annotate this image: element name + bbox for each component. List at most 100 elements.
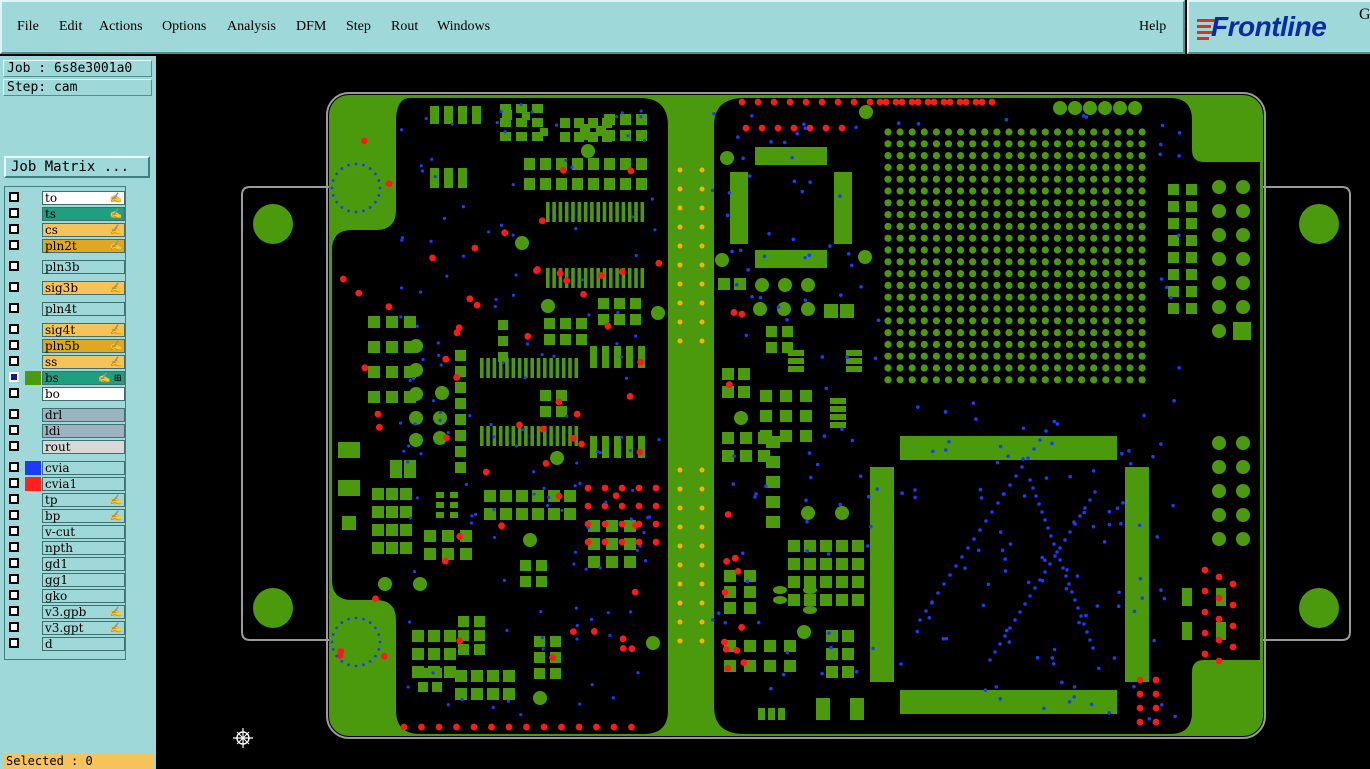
layer-name[interactable]: tp ✍ <box>42 493 125 507</box>
layer-name[interactable]: cs ✍ <box>42 223 125 237</box>
layer-checkbox[interactable] <box>9 324 19 334</box>
layer-color-swatch[interactable] <box>25 223 41 237</box>
layer-row-bp[interactable]: bp ✍ <box>7 509 125 523</box>
layer-checkbox[interactable] <box>9 303 19 313</box>
layer-name[interactable]: gg1 <box>42 573 125 587</box>
layer-row-ldi[interactable]: ldi <box>7 424 125 438</box>
layer-checkbox[interactable] <box>9 606 19 616</box>
layer-row-cs[interactable]: cs ✍ <box>7 223 125 237</box>
job-matrix-button[interactable]: Job Matrix ... <box>4 156 150 178</box>
layer-color-swatch[interactable] <box>25 440 41 454</box>
layer-row-pln5b[interactable]: pln5b ✍ <box>7 339 125 353</box>
layer-name[interactable]: gd1 <box>42 557 125 571</box>
menu-dfm[interactable]: DFM <box>296 19 326 35</box>
layer-row-sig3b[interactable]: sig3b ✍ <box>7 281 125 295</box>
layer-name[interactable]: npth <box>42 541 125 555</box>
layer-name[interactable]: drl <box>42 408 125 422</box>
layer-color-swatch[interactable] <box>25 589 41 603</box>
layer-color-swatch[interactable] <box>25 387 41 401</box>
layer-checkbox[interactable] <box>9 638 19 648</box>
layer-checkbox[interactable] <box>9 224 19 234</box>
layer-color-swatch[interactable] <box>25 605 41 619</box>
layer-name[interactable]: v-cut <box>42 525 125 539</box>
menu-rout[interactable]: Rout <box>391 19 418 35</box>
layer-row-ss[interactable]: ss ✍ <box>7 355 125 369</box>
layer-color-swatch[interactable] <box>25 424 41 438</box>
layer-checkbox[interactable] <box>9 372 19 382</box>
layer-checkbox[interactable] <box>9 425 19 435</box>
layer-color-swatch[interactable] <box>25 355 41 369</box>
layer-row-gko[interactable]: gko <box>7 589 125 603</box>
layer-checkbox[interactable] <box>9 494 19 504</box>
layer-checkbox[interactable] <box>9 478 19 488</box>
layer-row-pln2t[interactable]: pln2t ✍ <box>7 239 125 253</box>
layer-checkbox[interactable] <box>9 590 19 600</box>
menu-edit[interactable]: Edit <box>59 19 82 35</box>
layer-color-swatch[interactable] <box>25 541 41 555</box>
layer-color-swatch[interactable] <box>25 509 41 523</box>
layer-name[interactable]: pln4t <box>42 302 125 316</box>
layer-name[interactable]: ldi <box>42 424 125 438</box>
layer-row-cvia[interactable]: cvia <box>7 461 125 475</box>
layer-name[interactable]: sig4t ✍ <box>42 323 125 337</box>
layer-checkbox[interactable] <box>9 340 19 350</box>
layer-checkbox[interactable] <box>9 409 19 419</box>
layer-name[interactable]: bs ✍ ⊞ <box>42 371 125 385</box>
layer-color-swatch[interactable] <box>25 302 41 316</box>
layer-checkbox[interactable] <box>9 388 19 398</box>
layer-row-rout[interactable]: rout <box>7 440 125 454</box>
layer-checkbox[interactable] <box>9 542 19 552</box>
layer-checkbox[interactable] <box>9 441 19 451</box>
layer-name[interactable]: ts ✍ <box>42 207 125 221</box>
layer-color-swatch[interactable] <box>25 260 41 274</box>
layer-name[interactable]: to ✍ <box>42 191 125 205</box>
layer-name[interactable]: v3.gpt ✍ <box>42 621 125 635</box>
layer-row-bs[interactable]: bs ✍ ⊞ <box>7 371 125 385</box>
layer-checkbox[interactable] <box>9 574 19 584</box>
layer-checkbox[interactable] <box>9 356 19 366</box>
layer-color-swatch[interactable] <box>25 573 41 587</box>
layer-color-swatch[interactable] <box>25 323 41 337</box>
layer-checkbox[interactable] <box>9 622 19 632</box>
layer-color-swatch[interactable] <box>25 621 41 635</box>
layer-name[interactable]: pln3b <box>42 260 125 274</box>
layer-color-swatch[interactable] <box>25 525 41 539</box>
layer-row-v-cut[interactable]: v-cut <box>7 525 125 539</box>
layer-checkbox[interactable] <box>9 208 19 218</box>
layer-checkbox[interactable] <box>9 282 19 292</box>
layer-checkbox[interactable] <box>9 192 19 202</box>
layer-row-npth[interactable]: npth <box>7 541 125 555</box>
layer-name[interactable]: sig3b ✍ <box>42 281 125 295</box>
layer-color-swatch[interactable] <box>25 207 41 221</box>
layer-color-swatch[interactable] <box>25 408 41 422</box>
layer-name[interactable]: d <box>42 637 125 651</box>
layer-color-swatch[interactable] <box>25 461 41 475</box>
layer-checkbox[interactable] <box>9 558 19 568</box>
layer-checkbox[interactable] <box>9 462 19 472</box>
layer-color-swatch[interactable] <box>25 239 41 253</box>
menu-actions[interactable]: Actions <box>99 19 143 35</box>
layer-row-v3-gpt[interactable]: v3.gpt ✍ <box>7 621 125 635</box>
layer-name[interactable]: rout <box>42 440 125 454</box>
layer-row-gd1[interactable]: gd1 <box>7 557 125 571</box>
layer-row-tp[interactable]: tp ✍ <box>7 493 125 507</box>
layer-row-bo[interactable]: bo <box>7 387 125 401</box>
layer-color-swatch[interactable] <box>25 477 41 491</box>
layer-row-ts[interactable]: ts ✍ <box>7 207 125 221</box>
menu-options[interactable]: Options <box>162 19 206 35</box>
layer-row-sig4t[interactable]: sig4t ✍ <box>7 323 125 337</box>
graphics-canvas[interactable] <box>156 56 1370 769</box>
layer-color-swatch[interactable] <box>25 371 41 385</box>
layer-row-gg1[interactable]: gg1 <box>7 573 125 587</box>
menu-windows[interactable]: Windows <box>437 19 490 35</box>
layer-row-pln3b[interactable]: pln3b <box>7 260 125 274</box>
layer-checkbox[interactable] <box>9 240 19 250</box>
layer-row-pln4t[interactable]: pln4t <box>7 302 125 316</box>
layer-checkbox[interactable] <box>9 261 19 271</box>
layer-name[interactable]: cvia <box>42 461 125 475</box>
layer-row-drl[interactable]: drl <box>7 408 125 422</box>
layer-color-swatch[interactable] <box>25 557 41 571</box>
layer-checkbox[interactable] <box>9 510 19 520</box>
menu-file[interactable]: File <box>17 19 39 35</box>
layer-name[interactable]: bo <box>42 387 125 401</box>
